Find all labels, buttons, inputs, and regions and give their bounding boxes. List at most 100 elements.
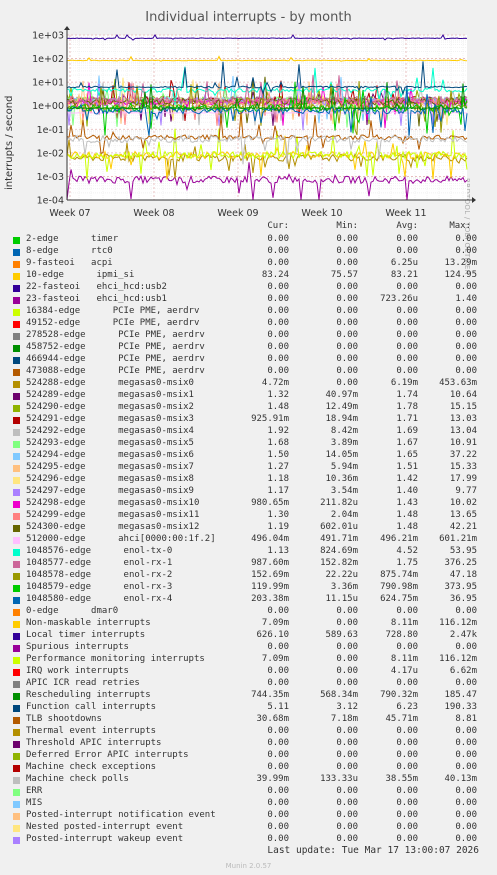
legend-value-cur: 1.50 <box>267 450 289 460</box>
legend-series-name: 0-edge dmar0 <box>26 606 119 616</box>
legend-swatch <box>13 513 20 520</box>
legend-value-cur: 987.60m <box>251 558 289 568</box>
legend-value-min: 0.00 <box>336 642 358 652</box>
legend-swatch <box>13 573 20 580</box>
legend-value-cur: 1.68 <box>267 438 289 448</box>
legend-swatch <box>13 801 20 808</box>
legend-value-min: 18.94m <box>325 414 358 424</box>
legend-value-avg: 0.00 <box>396 642 418 652</box>
legend-swatch <box>13 489 20 496</box>
legend-value-min: 0.00 <box>336 678 358 688</box>
legend-swatch <box>13 309 20 316</box>
y-tick-label: 1e-04 <box>37 196 64 207</box>
legend-value-max: 37.22 <box>449 450 477 460</box>
legend-value-max: 8.81 <box>455 714 477 724</box>
legend-value-max: 0.00 <box>455 282 477 292</box>
legend-value-max: 0.00 <box>455 642 477 652</box>
legend-value-min: 0.00 <box>336 654 358 664</box>
legend-row: Posted-interrupt notification event 0.00 0… <box>0 810 497 822</box>
legend-value-avg: 8.11m <box>390 654 418 664</box>
legend-value-avg: 0.00 <box>396 366 418 376</box>
legend-row: 1048578-edge enol-rx-2 152.69m 22.22u 875.7… <box>0 570 497 582</box>
legend-value-min: 40.97m <box>325 390 358 400</box>
legend-value-avg: 6.25u <box>390 258 418 268</box>
legend-row: 458752-edge PCIe PME, aerdrv 0.00 0.00 0.00… <box>0 342 497 354</box>
legend-row: APIC ICR read retries 0.00 0.00 0.00 0.00 <box>0 678 497 690</box>
legend-value-min: 2.04m <box>330 510 358 520</box>
legend-value-avg: 6.23 <box>396 702 418 712</box>
legend-series-name: 9-fasteoi acpi <box>26 258 113 268</box>
legend-series-name: 22-fasteoi ehci_hcd:usb2 <box>26 282 167 292</box>
legend-row: 1048579-edge enol-rx-3 119.99m 3.36m 790.98… <box>0 582 497 594</box>
legend-value-max: 15.15 <box>449 402 477 412</box>
legend-value-cur: 0.00 <box>267 642 289 652</box>
legend-row: 1048580-edge enol-rx-4 203.38m 11.15u 624.7… <box>0 594 497 606</box>
legend-header-avg: Avg: <box>396 221 418 231</box>
y-tick-label: 1e-02 <box>37 148 64 159</box>
legend-value-cur: 0.00 <box>267 258 289 268</box>
y-tick-label: 1e+03 <box>32 31 64 42</box>
legend-value-max: 0.00 <box>455 342 477 352</box>
legend-value-min: 8.42m <box>330 426 358 436</box>
legend-value-avg: 0.00 <box>396 306 418 316</box>
legend-value-max: 0.00 <box>455 306 477 316</box>
legend-swatch <box>13 381 20 388</box>
legend-value-min: 0.00 <box>336 318 358 328</box>
legend-value-avg: 0.00 <box>396 606 418 616</box>
legend-value-avg: 1.48 <box>396 510 418 520</box>
legend-value-min: 0.00 <box>336 294 358 304</box>
legend-value-cur: 0.00 <box>267 330 289 340</box>
legend-value-avg: 0.00 <box>396 282 418 292</box>
legend-value-min: 0.00 <box>336 666 358 676</box>
legend-row: 512000-edge ahci[0000:00:1f.2] 496.04m 491… <box>0 534 497 546</box>
legend-value-cur: 0.00 <box>267 294 289 304</box>
legend-value-min: 0.00 <box>336 282 358 292</box>
legend-swatch <box>13 501 20 508</box>
legend-swatch <box>13 693 20 700</box>
legend-series-name: Local timer interrupts <box>26 630 146 640</box>
legend-series-name: IRQ work interrupts <box>26 666 129 676</box>
legend-value-min: 0.00 <box>336 330 358 340</box>
legend-row: 2-edge timer 0.00 0.00 0.00 0.00 <box>0 234 497 246</box>
legend-series-name: Nested posted-interrupt event <box>26 822 184 832</box>
legend-series-name: 466944-edge PCIe PME, aerdrv <box>26 354 205 364</box>
legend-series-name: Deferred Error APIC interrupts <box>26 750 189 760</box>
legend-value-min: 14.05m <box>325 450 358 460</box>
legend-swatch <box>13 477 20 484</box>
legend-value-cur: 1.19 <box>267 522 289 532</box>
legend-series-name: 524290-edge megasas0-msix2 <box>26 402 194 412</box>
legend-row: 524296-edge megasas0-msix8 1.18 10.36m 1.42… <box>0 474 497 486</box>
legend-value-cur: 119.99m <box>251 582 289 592</box>
legend-value-max: 15.33 <box>449 462 477 472</box>
legend-value-min: 0.00 <box>336 834 358 844</box>
legend-value-avg: 1.74 <box>396 390 418 400</box>
legend-swatch <box>13 321 20 328</box>
legend-series-name: TLB shootdowns <box>26 714 102 724</box>
legend-swatch <box>13 585 20 592</box>
y-tick-label: 1e-01 <box>37 125 64 136</box>
legend-row: 524291-edge megasas0-msix3 925.91m 18.94m 1… <box>0 414 497 426</box>
legend-row: 524289-edge megasas0-msix1 1.32 40.97m 1.74… <box>0 390 497 402</box>
legend-value-min: 0.00 <box>336 606 358 616</box>
legend-value-min: 22.22u <box>325 570 358 580</box>
legend-swatch <box>13 813 20 820</box>
legend-value-cur: 1.27 <box>267 462 289 472</box>
legend-value-max: 10.91 <box>449 438 477 448</box>
x-axis-arrow <box>472 197 476 203</box>
legend-swatch <box>13 537 20 544</box>
legend-series-name: Performance monitoring interrupts <box>26 654 205 664</box>
legend-value-max: 13.65 <box>449 510 477 520</box>
legend-swatch <box>13 633 20 640</box>
legend-value-min: 133.33u <box>320 774 358 784</box>
legend-value-avg: 0.00 <box>396 354 418 364</box>
legend-series-name: 278528-edge PCIe PME, aerdrv <box>26 330 205 340</box>
legend-value-avg: 1.71 <box>396 414 418 424</box>
legend-swatch <box>13 777 20 784</box>
legend-value-max: 0.00 <box>455 246 477 256</box>
legend-value-cur: 4.72m <box>261 378 289 388</box>
legend-value-cur: 744.35m <box>251 690 289 700</box>
legend-value-cur: 83.24 <box>261 270 289 280</box>
legend-swatch <box>13 417 20 424</box>
legend-series-name: Machine check exceptions <box>26 762 157 772</box>
legend-value-cur: 980.65m <box>251 498 289 508</box>
